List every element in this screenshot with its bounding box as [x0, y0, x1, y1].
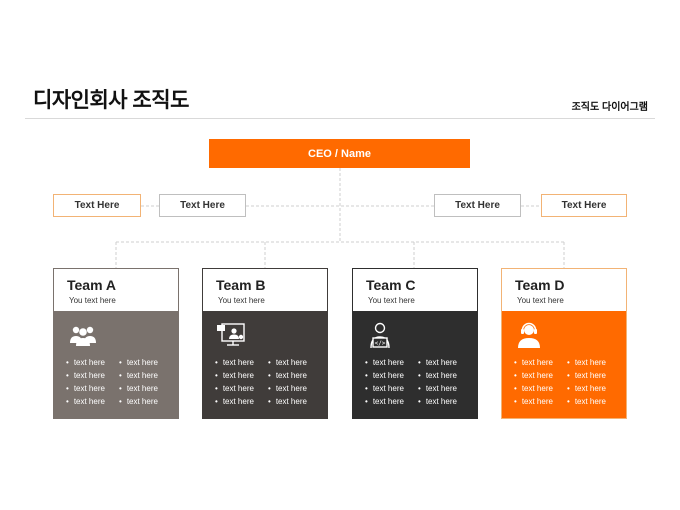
list-item: text here	[215, 382, 254, 395]
list-item: text here	[418, 395, 457, 408]
team-subtitle: You text here	[517, 296, 564, 305]
team-bullets-col2: text here text here text here text here	[268, 356, 307, 408]
list-item: text here	[66, 369, 105, 382]
list-item: text here	[268, 395, 307, 408]
list-item: text here	[365, 356, 404, 369]
team-card-header: Team D You text here	[502, 269, 626, 311]
team-subtitle: You text here	[69, 296, 116, 305]
list-item: text here	[514, 356, 553, 369]
list-item: text here	[514, 382, 553, 395]
side-box-3: Text Here	[434, 194, 521, 217]
team-bullets-col1: text here text here text here text here	[514, 356, 553, 408]
side-box-1: Text Here	[53, 194, 141, 217]
team-name: Team D	[515, 277, 565, 293]
team-card-header: Team B You text here	[203, 269, 327, 311]
team-card-d: Team D You text here text here text here…	[501, 268, 627, 419]
team-bullets-col2: text here text here text here text here	[418, 356, 457, 408]
svg-text:</>: </>	[375, 340, 386, 347]
team-card-b: Team B You text here text here text here…	[202, 268, 328, 419]
list-item: text here	[567, 395, 606, 408]
list-item: text here	[66, 395, 105, 408]
team-card-body: text here text here text here text here …	[54, 311, 178, 418]
team-card-body: text here text here text here text here …	[203, 311, 327, 418]
list-item: text here	[215, 356, 254, 369]
list-item: text here	[119, 356, 158, 369]
team-card-body: text here text here text here text here …	[502, 311, 626, 418]
headset-support-icon	[518, 322, 540, 348]
list-item: text here	[119, 369, 158, 382]
team-card-header: Team A You text here	[54, 269, 178, 311]
list-item: text here	[365, 369, 404, 382]
team-name: Team A	[67, 277, 117, 293]
side-box-label: Text Here	[561, 200, 607, 211]
team-bullets-col2: text here text here text here text here	[119, 356, 158, 408]
people-group-icon	[70, 326, 96, 346]
side-box-label: Text Here	[455, 200, 500, 211]
list-item: text here	[418, 369, 457, 382]
team-card-header: Team C You text here	[353, 269, 477, 311]
side-box-label: Text Here	[180, 200, 225, 211]
list-item: text here	[418, 356, 457, 369]
list-item: text here	[567, 369, 606, 382]
ceo-box: CEO / Name	[209, 139, 470, 168]
list-item: text here	[268, 382, 307, 395]
list-item: text here	[119, 382, 158, 395]
list-item: text here	[365, 382, 404, 395]
team-name: Team C	[366, 277, 416, 293]
list-item: text here	[514, 369, 553, 382]
list-item: text here	[567, 382, 606, 395]
list-item: text here	[215, 395, 254, 408]
team-bullets-col1: text here text here text here text here	[365, 356, 404, 408]
team-card-body: </> text here text here text here text h…	[353, 311, 477, 418]
list-item: text here	[66, 382, 105, 395]
list-item: text here	[365, 395, 404, 408]
team-subtitle: You text here	[368, 296, 415, 305]
team-name: Team B	[216, 277, 266, 293]
list-item: text here	[215, 369, 254, 382]
team-card-c: Team C You text here </> text here text …	[352, 268, 478, 419]
team-bullets-col1: text here text here text here text here	[215, 356, 254, 408]
ceo-label: CEO / Name	[308, 147, 371, 160]
list-item: text here	[268, 369, 307, 382]
side-box-label: Text Here	[74, 200, 120, 211]
list-item: text here	[268, 356, 307, 369]
presentation-icon	[217, 323, 245, 346]
team-bullets-col2: text here text here text here text here	[567, 356, 606, 408]
team-card-a: Team A You text here text here text here…	[53, 268, 179, 419]
list-item: text here	[567, 356, 606, 369]
list-item: text here	[514, 395, 553, 408]
connector-lines	[115, 168, 565, 268]
list-item: text here	[66, 356, 105, 369]
side-box-4: Text Here	[541, 194, 627, 217]
side-box-2: Text Here	[159, 194, 246, 217]
list-item: text here	[119, 395, 158, 408]
team-subtitle: You text here	[218, 296, 265, 305]
list-item: text here	[418, 382, 457, 395]
team-bullets-col1: text here text here text here text here	[66, 356, 105, 408]
developer-icon: </>	[370, 322, 390, 349]
